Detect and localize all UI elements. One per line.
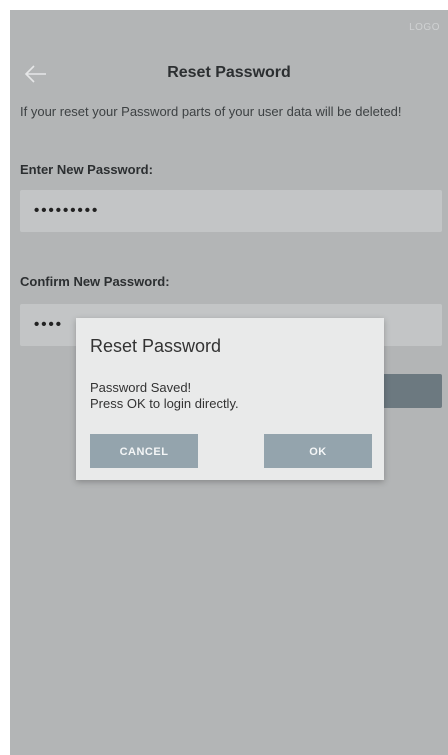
save-button[interactable] xyxy=(382,374,442,408)
warning-text: If your reset your Password parts of you… xyxy=(20,104,402,119)
ok-button[interactable]: OK xyxy=(264,434,372,468)
confirm-password-label: Confirm New Password: xyxy=(20,274,170,289)
dialog-message-line2: Press OK to login directly. xyxy=(90,396,239,411)
logo-text: LOGO xyxy=(409,22,440,33)
new-password-field[interactable]: ••••••••• xyxy=(20,190,442,232)
dialog-message-line1: Password Saved! xyxy=(90,380,192,395)
app-bar: Reset Password xyxy=(10,50,448,100)
new-password-label: Enter New Password: xyxy=(20,162,153,177)
page-title: Reset Password xyxy=(167,64,291,81)
reset-password-dialog: Reset Password Password Saved! Press OK … xyxy=(76,318,384,480)
dialog-message: Password Saved! Press OK to login direct… xyxy=(90,380,239,412)
cancel-button[interactable]: CANCEL xyxy=(90,434,198,468)
dialog-title: Reset Password xyxy=(90,336,222,356)
app-screen: LOGO Reset Password If your reset your P… xyxy=(10,10,448,755)
